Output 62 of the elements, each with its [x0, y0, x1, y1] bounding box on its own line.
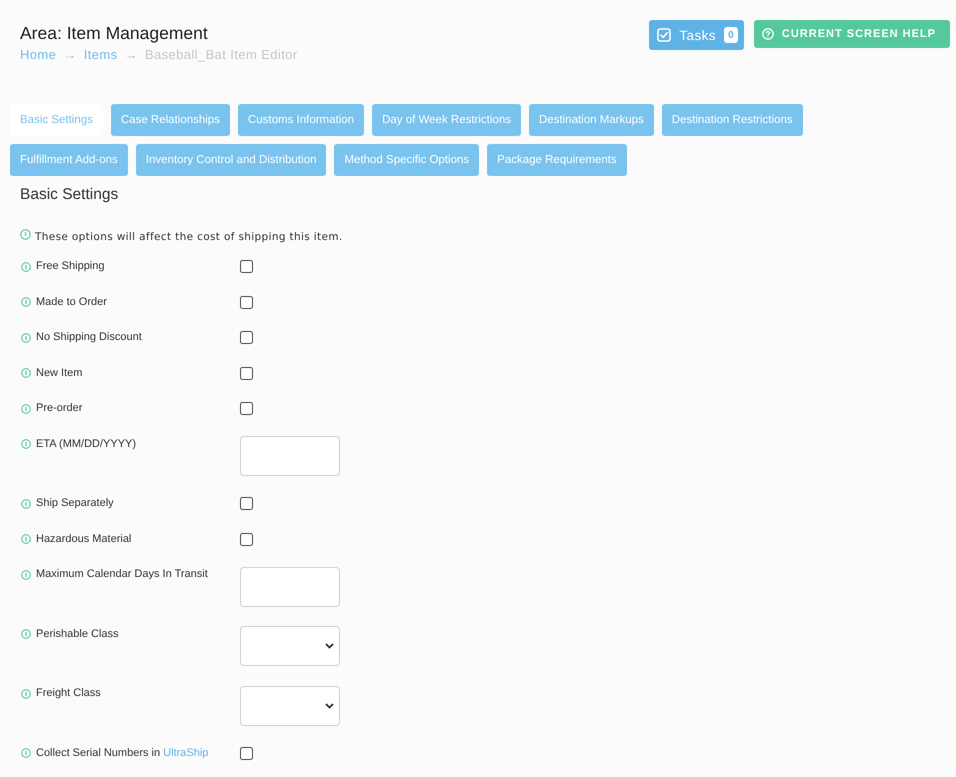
info-icon [21, 688, 31, 699]
info-icon [21, 368, 31, 378]
checkbox[interactable] [240, 296, 253, 309]
checkbox[interactable] [240, 366, 253, 380]
tab[interactable]: Fulfillment Add-ons [10, 144, 128, 176]
checkbox[interactable] [240, 497, 253, 510]
checkbox[interactable] [240, 260, 253, 274]
tab[interactable]: Package Requirements [487, 144, 627, 176]
field-label: Maximum Calendar Days In Transit [36, 567, 208, 582]
breadcrumb-separator: → [63, 46, 77, 64]
help-button[interactable]: CURRENT SCREEN HELP [754, 20, 950, 48]
tab[interactable]: Case Relationships [110, 104, 230, 136]
chevron-down-icon [325, 702, 334, 709]
checkbox[interactable] [240, 532, 253, 546]
input-field[interactable] [240, 566, 340, 607]
tab[interactable]: Customs Information [238, 104, 364, 136]
info-note: These options will affect the cost of shipping this item. [35, 230, 343, 245]
tab[interactable]: Day of Week Restrictions [372, 104, 521, 136]
tab[interactable]: Basic Settings [10, 104, 103, 136]
tasks-button[interactable]: Tasks 0 [649, 20, 744, 50]
breadcrumb-link[interactable]: Items [84, 46, 118, 64]
tab[interactable]: Inventory Control and Distribution [136, 144, 326, 176]
field-label: Freight Class [36, 686, 101, 702]
info-icon [21, 748, 31, 758]
breadcrumb-separator: → [124, 46, 138, 64]
task-count-badge: 0 [724, 27, 738, 43]
info-icon [21, 404, 31, 414]
tab[interactable]: Method Specific Options [334, 144, 480, 176]
breadcrumb-link[interactable]: Home [20, 46, 56, 64]
tab[interactable]: Destination Markups [528, 104, 654, 136]
check-square-icon [657, 28, 672, 42]
dropdown-field[interactable] [240, 686, 340, 726]
info-icon [21, 498, 31, 509]
field-label: Free Shipping [36, 259, 104, 274]
info-icon [21, 262, 31, 272]
ultraship-link[interactable]: UltraShip [163, 746, 208, 759]
checkbox[interactable] [240, 746, 253, 760]
info-icon [21, 534, 31, 544]
info-icon [21, 629, 31, 640]
field-label: New Item [36, 366, 82, 381]
tab[interactable]: Destination Restrictions [662, 104, 803, 136]
info-icon [20, 229, 31, 240]
info-icon [21, 439, 31, 450]
section-title: Basic Settings [20, 185, 120, 205]
info-icon [21, 570, 31, 580]
field-label: No Shipping Discount [36, 330, 142, 346]
checkbox[interactable] [240, 331, 253, 344]
field-label: Perishable Class [36, 626, 119, 642]
field-label: Ship Separately [36, 496, 114, 512]
field-label: Hazardous Material [36, 532, 132, 547]
field-label: ETA (MM/DD/YYYY) [36, 436, 136, 452]
chevron-down-icon [325, 643, 334, 650]
checkbox[interactable] [240, 402, 253, 416]
input-field[interactable] [240, 436, 340, 476]
page-title: Area: Item Management [20, 22, 209, 44]
field-label: Collect Serial Numbers in UltraShip [36, 746, 208, 761]
info-icon [21, 297, 31, 308]
info-icon [21, 332, 31, 343]
dropdown-field[interactable] [240, 626, 340, 666]
help-icon [762, 28, 774, 40]
field-label: Made to Order [36, 294, 107, 310]
field-label: Pre-order [36, 401, 82, 416]
